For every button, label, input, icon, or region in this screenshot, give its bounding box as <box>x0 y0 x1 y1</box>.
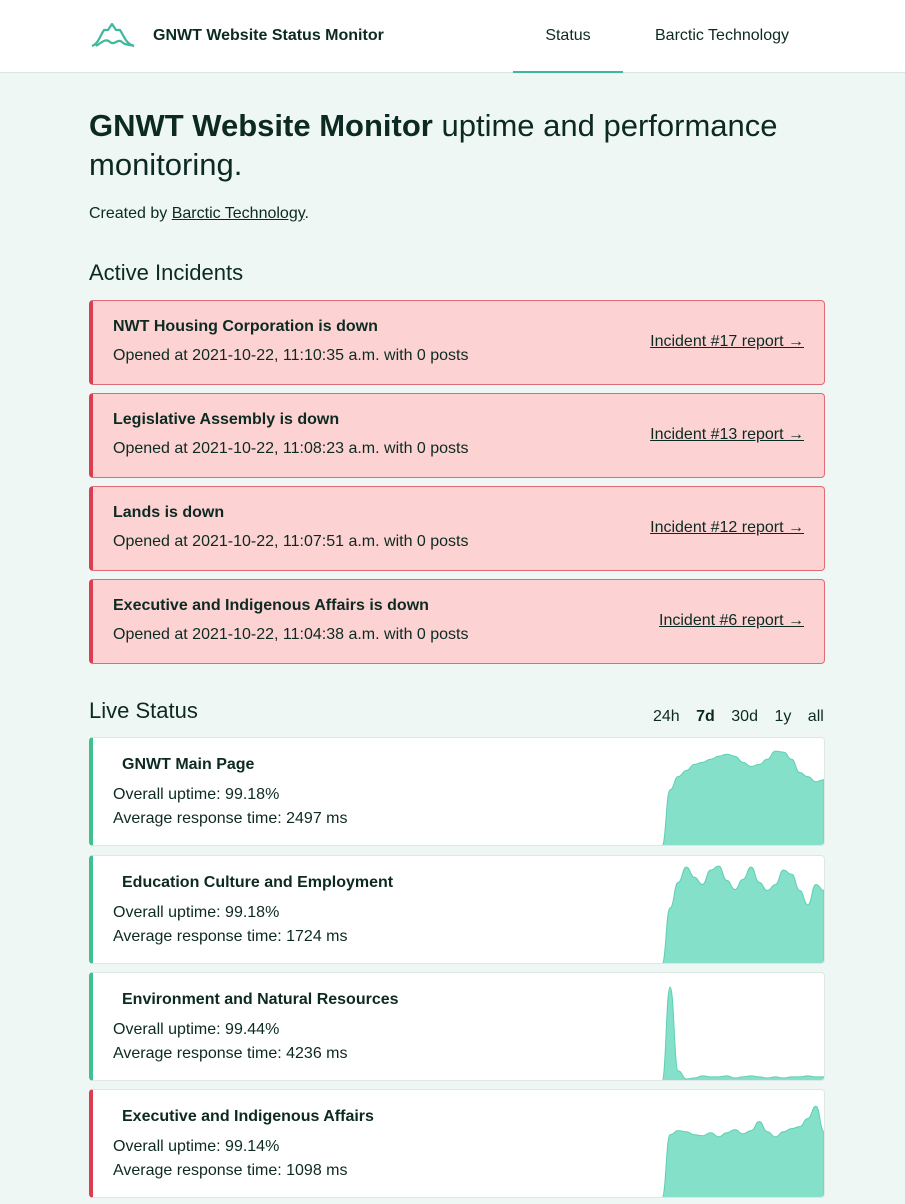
range-1y[interactable]: 1y <box>774 708 791 725</box>
incident-report-link[interactable]: Incident #12 report → <box>650 519 804 537</box>
incident-meta: Opened at 2021-10-22, 11:04:38 a.m. with… <box>113 626 469 643</box>
response-time-sparkline <box>662 865 824 963</box>
site-uptime: Overall uptime: 99.18% <box>113 904 280 921</box>
sparkline-area <box>662 1105 824 1197</box>
site-response-time: Average response time: 1098 ms <box>113 1162 348 1179</box>
incident-title: Legislative Assembly is down <box>113 411 340 428</box>
site-status-card[interactable]: Education Culture and Employment Overall… <box>89 855 825 964</box>
range-all[interactable]: all <box>808 708 824 725</box>
site-status-card[interactable]: GNWT Main Page Overall uptime: 99.18% Av… <box>89 737 825 846</box>
response-time-sparkline <box>662 1105 824 1197</box>
brand-title[interactable]: GNWT Website Status Monitor <box>153 27 384 45</box>
site-name: Executive and Indigenous Affairs <box>122 1108 374 1125</box>
incident-title: Executive and Indigenous Affairs is down <box>113 597 429 614</box>
site-uptime: Overall uptime: 99.44% <box>113 1021 280 1038</box>
created-by-link[interactable]: Barctic Technology <box>172 205 305 222</box>
range-7d[interactable]: 7d <box>696 708 715 725</box>
response-time-sparkline <box>662 986 824 1080</box>
site-name: Environment and Natural Resources <box>122 991 399 1008</box>
time-range-selector: 24h 7d 30d 1y all <box>653 708 824 726</box>
site-response-time: Average response time: 1724 ms <box>113 928 348 945</box>
sparkline-area <box>662 750 824 845</box>
site-status-card[interactable]: Executive and Indigenous Affairs Overall… <box>89 1089 825 1198</box>
active-incidents-heading: Active Incidents <box>89 260 244 285</box>
site-uptime: Overall uptime: 99.14% <box>113 1138 280 1155</box>
top-navbar: GNWT Website Status Monitor Status Barct… <box>0 0 905 73</box>
page-title: GNWT Website Monitor uptime and performa… <box>89 106 829 184</box>
created-by-text: Created by Barctic Technology. <box>89 205 309 223</box>
range-24h[interactable]: 24h <box>653 708 680 725</box>
incident-meta: Opened at 2021-10-22, 11:08:23 a.m. with… <box>113 440 469 457</box>
nav-status-tab[interactable]: Status <box>513 0 623 73</box>
site-name: Education Culture and Employment <box>122 874 394 891</box>
response-time-sparkline <box>662 750 824 845</box>
incident-report-link[interactable]: Incident #13 report → <box>650 426 804 444</box>
incident-card: Executive and Indigenous Affairs is down… <box>89 579 825 664</box>
incident-report-link[interactable]: Incident #6 report → <box>659 612 804 630</box>
created-prefix: Created by <box>89 205 172 222</box>
incident-title: NWT Housing Corporation is down <box>113 318 378 335</box>
sparkline-area <box>662 986 824 1080</box>
incident-card: Lands is down Opened at 2021-10-22, 11:0… <box>89 486 825 571</box>
incident-card: NWT Housing Corporation is down Opened a… <box>89 300 825 385</box>
mountain-wave-logo-icon[interactable] <box>90 18 136 50</box>
page-title-bold: GNWT Website Monitor <box>89 108 433 143</box>
site-response-time: Average response time: 4236 ms <box>113 1045 348 1062</box>
nav-barctic-link[interactable]: Barctic Technology <box>655 27 789 45</box>
incident-meta: Opened at 2021-10-22, 11:07:51 a.m. with… <box>113 533 469 550</box>
incident-title: Lands is down <box>113 504 225 521</box>
range-30d[interactable]: 30d <box>731 708 758 725</box>
incident-card: Legislative Assembly is down Opened at 2… <box>89 393 825 478</box>
site-response-time: Average response time: 2497 ms <box>113 810 348 827</box>
incident-meta: Opened at 2021-10-22, 11:10:35 a.m. with… <box>113 347 469 364</box>
live-status-heading: Live Status <box>89 698 198 723</box>
incident-report-link[interactable]: Incident #17 report → <box>650 333 804 351</box>
site-name: GNWT Main Page <box>122 756 255 773</box>
created-suffix: . <box>304 205 309 222</box>
site-status-card[interactable]: Environment and Natural Resources Overal… <box>89 972 825 1081</box>
site-uptime: Overall uptime: 99.18% <box>113 786 280 803</box>
sparkline-area <box>662 865 824 963</box>
